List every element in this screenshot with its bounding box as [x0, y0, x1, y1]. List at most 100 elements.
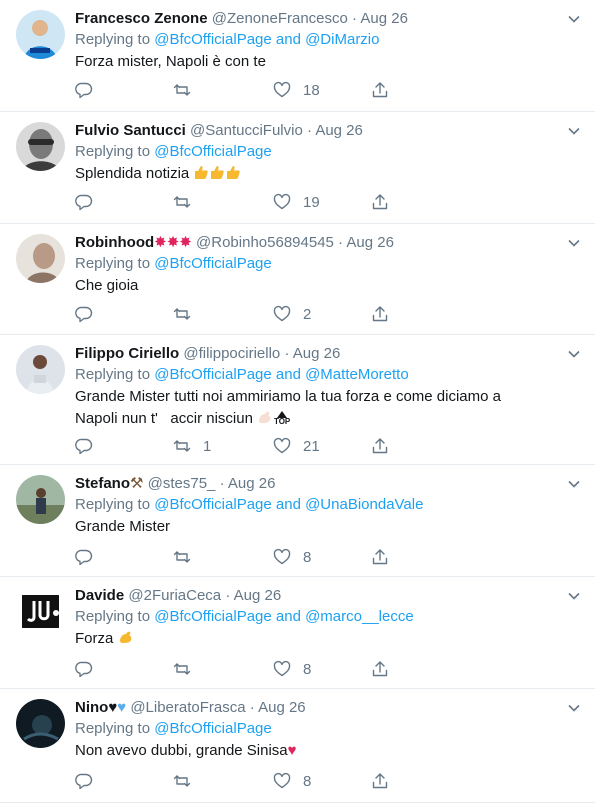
separator-dot: · — [284, 345, 290, 362]
like-button[interactable]: 8 — [273, 771, 311, 791]
chevron-down-icon[interactable] — [567, 124, 581, 138]
avatar[interactable] — [16, 475, 65, 524]
share-button[interactable] — [371, 304, 389, 324]
chevron-down-icon[interactable] — [567, 236, 581, 250]
share-icon — [372, 773, 388, 789]
replying-to: Replying to @BfcOfficialPage — [75, 719, 272, 739]
retweet-icon — [173, 663, 191, 675]
timestamp[interactable]: Aug 26 — [346, 234, 394, 251]
tweet-text: Grande Mister — [75, 518, 171, 535]
avatar[interactable] — [16, 587, 65, 636]
share-button[interactable] — [371, 192, 389, 212]
display-name[interactable]: Fulvio Santucci — [75, 122, 186, 139]
timestamp[interactable]: Aug 26 — [234, 587, 282, 604]
reply-button[interactable] — [75, 304, 105, 324]
chevron-down-icon[interactable] — [567, 589, 581, 603]
timestamp[interactable]: Aug 26 — [360, 10, 408, 27]
tweet[interactable]: Stefano⚒ @stes75_ · Aug 26 Replying to @… — [0, 465, 595, 577]
tweet-actions: 8 — [75, 659, 395, 679]
display-name[interactable]: Francesco Zenone — [75, 10, 208, 27]
share-button[interactable] — [371, 659, 389, 679]
reply-button[interactable] — [75, 771, 105, 791]
user-handle[interactable]: @ZenoneFrancesco — [212, 10, 348, 27]
tweet-text: Grande Mister tutti noi ammiriamo la tua… — [75, 386, 575, 430]
like-button[interactable]: 8 — [273, 547, 311, 567]
avatar[interactable] — [16, 699, 65, 748]
chevron-down-icon[interactable] — [567, 12, 581, 26]
reply-button[interactable] — [75, 192, 105, 212]
tweet-text: Forza mister, Napoli è con te — [75, 53, 266, 70]
timestamp[interactable]: Aug 26 — [315, 122, 363, 139]
retweet-button[interactable] — [173, 192, 203, 212]
tweet[interactable]: Nino♥♥ @LiberatoFrasca · Aug 26 Replying… — [0, 689, 595, 803]
tweet[interactable]: Davide @2FuriaCeca · Aug 26 Replying to … — [0, 577, 595, 689]
timestamp[interactable]: Aug 26 — [293, 345, 341, 362]
tweet[interactable]: Robinhood✸✸✸ @Robinho56894545 · Aug 26 R… — [0, 224, 595, 335]
red-heart-emoji-icon: ♥ — [287, 742, 297, 759]
like-button[interactable]: 2 — [273, 304, 311, 324]
top-badge-text: TOP — [273, 417, 291, 426]
display-name[interactable]: Nino — [75, 699, 108, 716]
retweet-button[interactable] — [173, 771, 203, 791]
top-arrow-emoji-icon: TOP — [273, 411, 291, 426]
user-handle[interactable]: @LiberatoFrasca — [130, 699, 245, 716]
avatar[interactable] — [16, 345, 65, 394]
user-handle[interactable]: @2FuriaCeca — [128, 587, 221, 604]
user-handle[interactable]: @stes75_ — [148, 475, 216, 492]
timestamp[interactable]: Aug 26 — [228, 475, 276, 492]
separator-dot: · — [352, 10, 358, 27]
reply-button[interactable] — [75, 436, 105, 456]
separator-dot: · — [338, 234, 344, 251]
reply-button[interactable] — [75, 80, 105, 100]
replying-to-label: Replying to — [75, 31, 151, 48]
like-button[interactable]: 18 — [273, 80, 320, 100]
like-button[interactable]: 19 — [273, 192, 320, 212]
retweet-button[interactable] — [173, 659, 203, 679]
replying-to-link[interactable]: @BfcOfficialPage — [154, 143, 272, 160]
user-handle[interactable]: @filippociriello — [183, 345, 280, 362]
user-handle[interactable]: @Robinho56894545 — [196, 234, 334, 251]
tweet-text-line: Grande Mister tutti noi ammiriamo la tua… — [75, 388, 501, 405]
retweet-button[interactable] — [173, 547, 203, 567]
black-heart-emoji-icon: ♥ — [108, 699, 118, 716]
replying-to-link[interactable]: @BfcOfficialPage — [154, 255, 272, 272]
flexed-biceps-emoji-icon — [118, 630, 134, 647]
chevron-down-icon[interactable] — [567, 701, 581, 715]
retweet-button[interactable] — [173, 80, 203, 100]
display-name[interactable]: Stefano — [75, 475, 130, 492]
avatar[interactable] — [16, 234, 65, 283]
avatar[interactable] — [16, 10, 65, 59]
like-button[interactable]: 21 — [273, 436, 320, 456]
display-name[interactable]: Filippo Ciriello — [75, 345, 179, 362]
replying-to-link[interactable]: @BfcOfficialPage and @marco__lecce — [154, 608, 413, 625]
replying-to-link[interactable]: @BfcOfficialPage and @UnaBiondaVale — [154, 496, 423, 513]
blue-heart-emoji-icon: ♥ — [117, 699, 127, 716]
chevron-down-icon[interactable] — [567, 347, 581, 361]
retweet-count: 1 — [203, 437, 212, 455]
tweet[interactable]: Francesco Zenone @ZenoneFrancesco · Aug … — [0, 0, 595, 112]
tweet[interactable]: Fulvio Santucci @SantucciFulvio · Aug 26… — [0, 112, 595, 224]
chevron-down-icon[interactable] — [567, 477, 581, 491]
tweet-actions: 18 — [75, 80, 395, 100]
timestamp[interactable]: Aug 26 — [258, 699, 306, 716]
replying-to-link[interactable]: @BfcOfficialPage — [154, 720, 272, 737]
share-button[interactable] — [371, 771, 389, 791]
share-button[interactable] — [371, 436, 389, 456]
tweet[interactable]: Filippo Ciriello @filippociriello · Aug … — [0, 335, 595, 465]
like-count: 21 — [303, 437, 320, 455]
replying-to-link[interactable]: @BfcOfficialPage and @MatteMoretto — [154, 366, 408, 383]
tweet-text-wrap: Splendida notizia — [75, 163, 575, 185]
share-button[interactable] — [371, 547, 389, 567]
replying-to-link[interactable]: @BfcOfficialPage and @DiMarzio — [154, 31, 379, 48]
share-button[interactable] — [371, 80, 389, 100]
retweet-button[interactable]: 1 — [173, 436, 211, 456]
retweet-button[interactable] — [173, 304, 203, 324]
user-handle[interactable]: @SantucciFulvio — [190, 122, 303, 139]
avatar[interactable] — [16, 122, 65, 171]
like-button[interactable]: 8 — [273, 659, 311, 679]
display-name[interactable]: Robinhood — [75, 234, 154, 251]
retweet-icon — [173, 84, 191, 96]
reply-button[interactable] — [75, 659, 105, 679]
reply-button[interactable] — [75, 547, 105, 567]
display-name[interactable]: Davide — [75, 587, 124, 604]
